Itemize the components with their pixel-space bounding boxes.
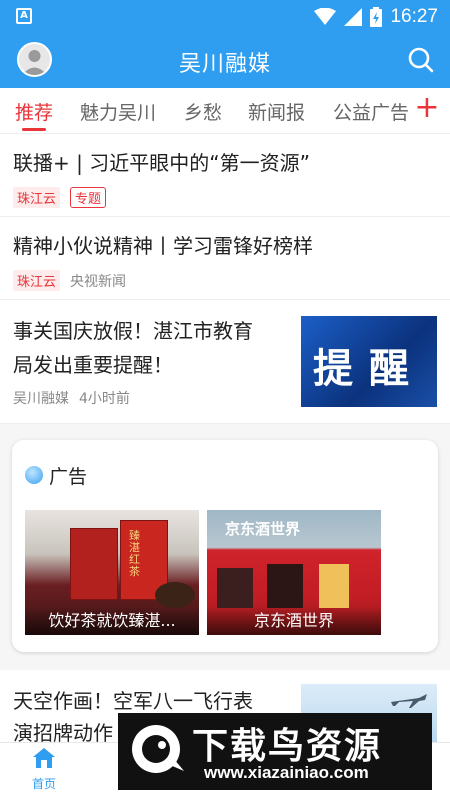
topic-badge: 专题 [70,187,107,208]
publish-time: 4小时前 [79,391,130,407]
nav-home-label: 首页 [31,777,56,791]
news-title: 精神小伙说精神丨学习雷锋好榜样 [13,234,313,258]
tab-public-ads[interactable]: 公益广告 [333,98,409,125]
tea-box [70,528,118,600]
store-window [319,564,349,608]
battery-icon [370,7,383,27]
ad-item-liquor[interactable]: 京东酒世界 京东酒世界 [207,510,381,635]
wifi-icon [314,8,337,25]
watermark-title: 下载鸟资源 [192,726,383,767]
ad-bubble-icon [25,466,43,484]
news-meta: 珠江云 专题 [13,187,107,208]
publisher: 央视新闻 [70,273,127,290]
ad-caption: 饮好茶就饮臻湛... [25,607,199,635]
status-bar: A 16:27 [0,0,450,33]
watermark-url: www.xiazainiao.com [204,763,369,782]
news-title: 事关国庆放假！湛江市教育 [13,319,253,343]
app-header: 吴川融媒 [0,33,450,88]
tab-charming-wuchuan[interactable]: 魅力吴川 [80,98,156,125]
nav-home[interactable]: 首页 [22,747,66,792]
ad-section: 广告 臻湛红茶 饮好茶就饮臻湛... 京东酒世界 京东酒世界 [0,424,450,670]
category-tabs: 推荐 魅力吴川 乡愁 新闻报 公益广告 + [0,88,450,134]
news-meta: 珠江云 央视新闻 [13,270,126,291]
home-icon [33,748,55,768]
clock: 16:27 [390,6,438,27]
ad-caption: 京东酒世界 [207,607,381,635]
watermark-overlay: 下载鸟资源 www.xiazainiao.com [118,713,432,790]
news-thumbnail: 提醒 [301,316,437,407]
source-tag: 珠江云 [13,187,61,208]
app-notification-icon: A [16,8,32,24]
bird-logo-icon [132,725,184,773]
airplane-icon [391,694,427,708]
active-tab-indicator [22,128,46,131]
add-channel-icon[interactable]: + [414,93,440,124]
status-icons: 16:27 [314,4,438,30]
ad-label: 广告 [49,466,88,488]
publisher: 吴川融媒 [13,391,69,407]
news-meta: 吴川融媒 4小时前 [13,388,130,408]
app-title: 吴川融媒 [178,52,271,77]
ad-card: 广告 臻湛红茶 饮好茶就饮臻湛... 京东酒世界 京东酒世界 [12,440,438,652]
news-item[interactable]: 精神小伙说精神丨学习雷锋好榜样 珠江云 央视新闻 [0,217,450,300]
store-door [267,564,303,608]
news-title: 局发出重要提醒！ [13,353,173,377]
teapot [155,582,195,608]
search-icon[interactable] [406,45,436,75]
news-title: 联播+ | 习近平眼中的“第一资源” [13,151,310,175]
tea-box-label: 臻湛红茶 [129,529,140,578]
store-sign: 京东酒世界 [225,520,301,538]
signal-icon [344,8,363,26]
thumbnail-text: 提醒 [313,346,425,392]
tab-recommended[interactable]: 推荐 [15,98,53,125]
tab-newspaper[interactable]: 新闻报 [248,98,305,125]
source-tag: 珠江云 [13,270,61,291]
store-door [217,568,253,608]
ad-item-tea[interactable]: 臻湛红茶 饮好茶就饮臻湛... [25,510,199,635]
news-item[interactable]: 联播+ | 习近平眼中的“第一资源” 珠江云 专题 [0,134,450,217]
tab-nostalgia[interactable]: 乡愁 [184,98,222,125]
news-item[interactable]: 事关国庆放假！湛江市教育 局发出重要提醒！ 吴川融媒 4小时前 提醒 [0,300,450,424]
